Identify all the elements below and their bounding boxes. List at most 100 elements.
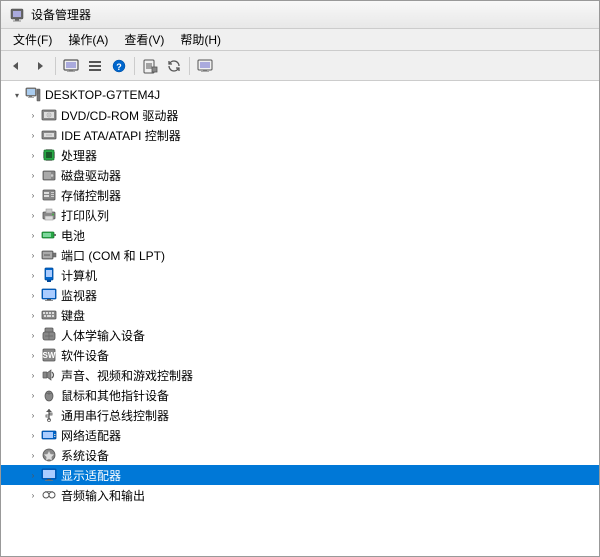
menu-help[interactable]: 帮助(H) [172, 29, 229, 50]
expand-icon-print: › [25, 207, 41, 223]
tree-item-dvd[interactable]: › DVD/CD-ROM 驱动器 [1, 105, 599, 125]
toolbar-sep-3 [189, 57, 190, 75]
tree-item-audio[interactable]: › 声音、视频和游戏控制器 [1, 365, 599, 385]
root-expand-icon: ▾ [9, 87, 25, 103]
tree-item-hid[interactable]: › 人体学输入设备 [1, 325, 599, 345]
refresh-button[interactable] [163, 55, 185, 77]
expand-icon-system: › [25, 447, 41, 463]
item-label-dvd: DVD/CD-ROM 驱动器 [61, 107, 178, 124]
device-manager-window: 设备管理器 文件(F) 操作(A) 查看(V) 帮助(H) [0, 0, 600, 557]
computer-button[interactable] [60, 55, 82, 77]
expand-icon-disk: › [25, 167, 41, 183]
tree-item-mouse[interactable]: › 鼠标和其他指针设备 [1, 385, 599, 405]
back-button[interactable] [5, 55, 27, 77]
toolbar-sep-1 [55, 57, 56, 75]
battery-icon [41, 227, 57, 243]
item-label-audio: 声音、视频和游戏控制器 [61, 367, 193, 384]
tree-item-disk[interactable]: › 磁盘驱动器 [1, 165, 599, 185]
system-icon [41, 447, 57, 463]
item-label-software: 软件设备 [61, 347, 109, 364]
tree-item-monitor[interactable]: › 监视器 [1, 285, 599, 305]
keyboard-icon [41, 307, 57, 323]
expand-icon-dvd: › [25, 107, 41, 123]
tree-item-print[interactable]: › 打印队列 [1, 205, 599, 225]
root-computer-icon [25, 87, 41, 103]
toolbar-sep-2 [134, 57, 135, 75]
forward-button[interactable] [29, 55, 51, 77]
tree-children: › DVD/CD-ROM 驱动器 › IDE ATA/ATAPI 控制器 › 处理器 › 磁盘… [1, 105, 599, 505]
item-label-port: 端口 (COM 和 LPT) [61, 247, 165, 264]
pc-icon [41, 267, 57, 283]
expand-icon-audio: › [25, 367, 41, 383]
tree-item-pc[interactable]: › 计算机 [1, 265, 599, 285]
expand-icon-monitor: › [25, 287, 41, 303]
print-icon [41, 207, 57, 223]
tree-item-system[interactable]: › 系统设备 [1, 445, 599, 465]
svg-text:?: ? [116, 62, 122, 72]
item-label-usb: 通用串行总线控制器 [61, 407, 169, 424]
tree-item-ide[interactable]: › IDE ATA/ATAPI 控制器 [1, 125, 599, 145]
menu-view[interactable]: 查看(V) [116, 29, 172, 50]
item-label-battery: 电池 [61, 227, 85, 244]
toolbar: ? [1, 51, 599, 81]
tree-item-port[interactable]: › 端口 (COM 和 LPT) [1, 245, 599, 265]
item-label-pc: 计算机 [61, 267, 97, 284]
device-tree: ▾ DESKTOP-G7TEM4J › DVD/CD-ROM 驱动器 › IDE AT… [1, 81, 599, 556]
item-label-hid: 人体学输入设备 [61, 327, 145, 344]
expand-icon-software: › [25, 347, 41, 363]
help-button[interactable]: ? [108, 55, 130, 77]
item-label-display: 显示适配器 [61, 467, 121, 484]
title-bar: 设备管理器 [1, 1, 599, 29]
properties-button[interactable] [139, 55, 161, 77]
port-icon [41, 247, 57, 263]
item-label-cpu: 处理器 [61, 147, 97, 164]
expand-icon-keyboard: › [25, 307, 41, 323]
item-label-disk: 磁盘驱动器 [61, 167, 121, 184]
tree-item-cpu[interactable]: › 处理器 [1, 145, 599, 165]
tree-item-network[interactable]: ›网络适配器 [1, 425, 599, 445]
menu-file[interactable]: 文件(F) [5, 29, 60, 50]
menu-bar: 文件(F) 操作(A) 查看(V) 帮助(H) [1, 29, 599, 51]
item-label-print: 打印队列 [61, 207, 109, 224]
root-label: DESKTOP-G7TEM4J [45, 88, 160, 102]
tree-item-usb[interactable]: › 通用串行总线控制器 [1, 405, 599, 425]
tree-item-storage[interactable]: ›存储控制器 [1, 185, 599, 205]
expand-icon-usb: › [25, 407, 41, 423]
network-icon [41, 427, 57, 443]
ide-icon [41, 127, 57, 143]
expand-icon-port: › [25, 247, 41, 263]
tree-root[interactable]: ▾ DESKTOP-G7TEM4J [1, 85, 599, 105]
tree-item-display[interactable]: › 显示适配器 [1, 465, 599, 485]
display-icon [41, 467, 57, 483]
item-label-system: 系统设备 [61, 447, 109, 464]
item-label-monitor: 监视器 [61, 287, 97, 304]
monitor-button[interactable] [194, 55, 216, 77]
item-label-audioio: 音频输入和输出 [61, 487, 145, 504]
item-label-keyboard: 键盘 [61, 307, 85, 324]
expand-icon-display: › [25, 467, 41, 483]
title-bar-text: 设备管理器 [31, 6, 91, 23]
expand-icon-network: › [25, 427, 41, 443]
list-button[interactable] [84, 55, 106, 77]
tree-item-battery[interactable]: › 电池 [1, 225, 599, 245]
audio-icon [41, 367, 57, 383]
title-bar-icon [9, 7, 25, 23]
menu-action[interactable]: 操作(A) [60, 29, 116, 50]
item-label-mouse: 鼠标和其他指针设备 [61, 387, 169, 404]
expand-icon-pc: › [25, 267, 41, 283]
tree-item-software[interactable]: ›SW软件设备 [1, 345, 599, 365]
item-label-storage: 存储控制器 [61, 187, 121, 204]
expand-icon-cpu: › [25, 147, 41, 163]
software-icon: SW [41, 347, 57, 363]
item-label-ide: IDE ATA/ATAPI 控制器 [61, 127, 181, 144]
cpu-icon [41, 147, 57, 163]
mouse-icon [41, 387, 57, 403]
expand-icon-ide: › [25, 127, 41, 143]
expand-icon-audioio: › [25, 487, 41, 503]
tree-item-keyboard[interactable]: › 键盘 [1, 305, 599, 325]
expand-icon-mouse: › [25, 387, 41, 403]
hid-icon [41, 327, 57, 343]
expand-icon-battery: › [25, 227, 41, 243]
expand-icon-hid: › [25, 327, 41, 343]
tree-item-audioio[interactable]: › 音频输入和输出 [1, 485, 599, 505]
